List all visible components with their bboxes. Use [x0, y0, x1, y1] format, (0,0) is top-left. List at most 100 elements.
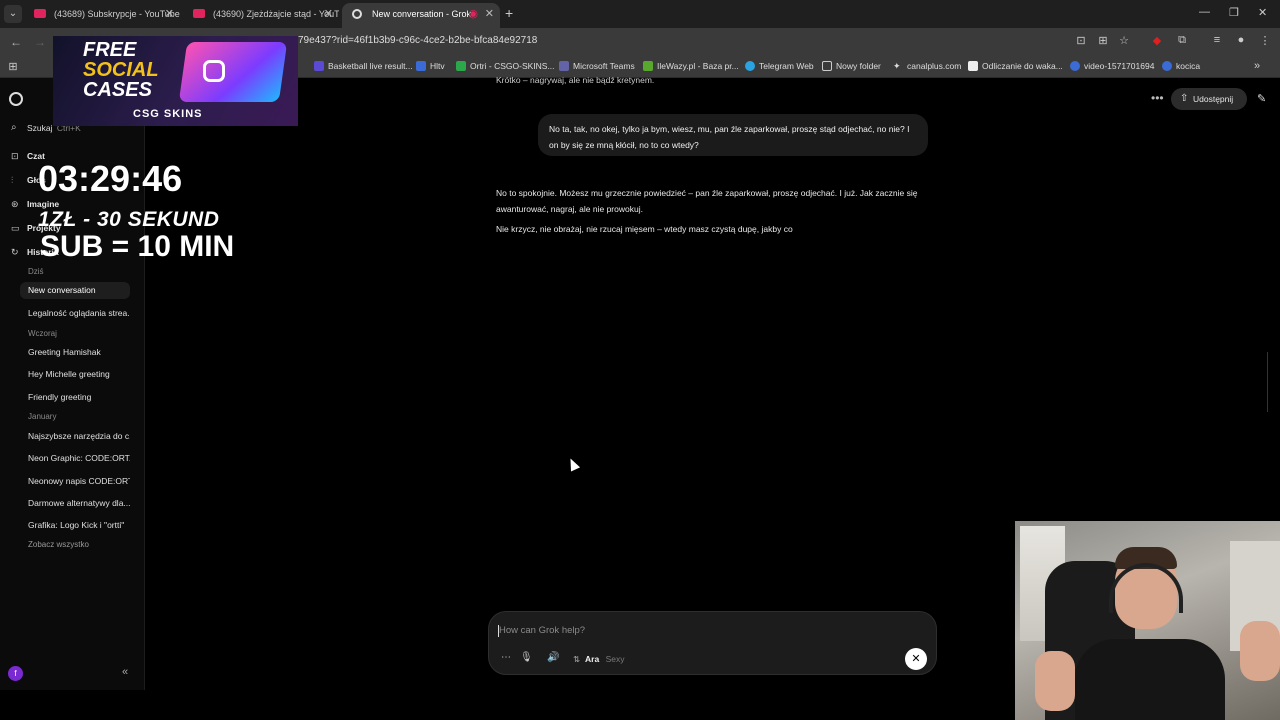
bookmark-icon [1162, 61, 1172, 71]
history-item[interactable]: New conversation [20, 282, 130, 299]
forward-icon[interactable]: → [34, 35, 46, 49]
browser-tab-1[interactable]: (43689) Subskrypcje - YouTube ✕ [24, 3, 180, 28]
webcam-hand [1240, 621, 1280, 681]
history-item[interactable]: Neon Graphic: CODE:ORT... [20, 450, 130, 467]
bookmark-icon [559, 61, 569, 71]
sub-rate-text: SUB = 10 MIN [40, 230, 235, 263]
bookmark-item[interactable]: ✦ canalplus.com [893, 61, 961, 71]
canalplus-icon: ✦ [893, 61, 901, 71]
bookmark-item[interactable]: kocica [1162, 61, 1200, 71]
webcam-overlay [1015, 521, 1280, 720]
history-icon: ↻ [11, 247, 19, 257]
chat-input-box: How can Grok help? ⋯ 🎙 🔊 ⇅ Ara Sexy ✕ [488, 611, 937, 675]
previous-message-text: Krótko – nagrywaj, ale nie bądź kretynem… [496, 76, 655, 85]
bookmark-item[interactable]: Ortri - CSGO-SKINS... [456, 61, 555, 71]
grok-logo-icon[interactable] [9, 92, 23, 106]
more-bookmarks-icon[interactable]: » [1250, 60, 1264, 74]
history-item[interactable]: Najszybsze narzędzia do c... [20, 428, 130, 445]
chat-input[interactable]: How can Grok help? [497, 625, 585, 637]
bookmark-item[interactable]: Telegram Web [745, 61, 814, 71]
donation-rate-text: 1ZŁ - 30 SEKUND [38, 208, 220, 231]
bookmark-icon [968, 61, 978, 71]
youtube-icon [34, 9, 46, 18]
bookmark-icon [416, 61, 426, 71]
user-message: No ta, tak, no okej, tylko ja bym, wiesz… [538, 114, 928, 156]
history-section-title: Wczoraj [28, 329, 57, 338]
tab-title: (43689) Subskrypcje - YouTube [54, 9, 180, 19]
ad-graphic [178, 42, 288, 102]
translate-icon[interactable]: ⊞ [1096, 34, 1110, 48]
bookmark-item[interactable]: IleWazy.pl - Baza pr... [643, 61, 739, 71]
bookmark-item[interactable]: Microsoft Teams [559, 61, 635, 71]
more-options-icon[interactable]: ••• [1151, 91, 1164, 105]
extension-icon[interactable]: ◆ [1150, 34, 1164, 48]
close-icon[interactable]: ✕ [324, 3, 333, 25]
more-icon[interactable]: ⋯ [501, 652, 511, 663]
mouse-cursor [565, 456, 581, 472]
share-button[interactable]: ⇧ Udostępnij [1171, 88, 1247, 110]
tab-search-icon[interactable]: ⌄ [4, 5, 22, 23]
browser-tab-2[interactable]: (43690) Zjeżdżajcie stąd - YouTube ✕ [183, 3, 339, 28]
new-tab-icon[interactable]: + [505, 5, 513, 21]
profile-icon[interactable]: ● [1234, 34, 1248, 48]
history-item[interactable]: Neonowy napis CODE:ORT... [20, 473, 130, 490]
folder-icon: ▭ [11, 223, 20, 233]
minimize-icon[interactable]: — [1199, 6, 1210, 18]
assistant-message: No to spokojnie. Możesz mu grzecznie pow… [496, 188, 918, 214]
history-item[interactable]: Darmowe alternatywy dla... [20, 495, 130, 512]
history-item[interactable]: Legalność oglądania strea... [20, 305, 130, 322]
voice-settings-icon: ⇅ [573, 654, 581, 664]
chat-icon: ⊡ [11, 151, 19, 161]
ad-text: CASES [83, 79, 152, 101]
bookmark-item[interactable]: Hltv [416, 61, 445, 71]
media-icon[interactable]: ≡ [1210, 34, 1224, 48]
new-chat-icon[interactable]: ✎ [1257, 92, 1266, 105]
tab-title: (43690) Zjeżdżajcie stąd - YouTube [213, 9, 339, 19]
youtube-icon [193, 9, 205, 18]
close-icon[interactable]: ✕ [485, 3, 494, 25]
telegram-icon [745, 61, 755, 71]
bookmark-icon [456, 61, 466, 71]
ad-text: FREE [83, 39, 137, 61]
install-icon[interactable]: ⊡ [1074, 34, 1088, 48]
history-section-title: January [28, 412, 57, 421]
history-item[interactable]: Hey Michelle greeting [20, 366, 130, 383]
bookmark-item[interactable]: video-1571701694 [1070, 61, 1154, 71]
webcam-hand [1035, 651, 1075, 711]
ad-text: SOCIAL [83, 59, 159, 81]
instagram-icon [203, 60, 225, 82]
voice-icon: ⫶ [11, 175, 14, 185]
bookmark-item[interactable]: Odliczanie do waka... [968, 61, 1063, 71]
image-icon: ⊛ [11, 199, 19, 209]
scrollbar[interactable] [1260, 352, 1268, 412]
search-icon: ⌕ [11, 122, 17, 133]
history-item[interactable]: Friendly greeting [20, 389, 130, 406]
apps-icon[interactable]: ⊞ [6, 60, 20, 74]
see-all-link[interactable]: Zobacz wszystko [28, 540, 89, 549]
menu-icon[interactable]: ⋮ [1258, 34, 1272, 48]
collapse-sidebar-icon[interactable]: « [122, 666, 128, 678]
bookmark-item[interactable]: Nowy folder [822, 61, 881, 71]
bookmark-item[interactable]: Basketball live result... [314, 61, 413, 71]
history-item[interactable]: Greeting Hamishak [20, 344, 130, 361]
share-icon: ⇧ [1180, 93, 1189, 104]
bottom-bar [0, 690, 1015, 720]
recording-icon: ◉ [468, 8, 478, 20]
avatar[interactable]: f [8, 666, 23, 681]
webcam-person-body [1075, 639, 1225, 720]
history-item[interactable]: Grafika: Logo Kick i "ortti" [20, 517, 130, 534]
maximize-icon[interactable]: ❐ [1229, 6, 1239, 19]
history-section-title: Dziś [28, 267, 44, 276]
stop-voice-button[interactable]: ✕ [905, 648, 927, 670]
puzzle-icon[interactable]: ⧉ [1175, 34, 1189, 48]
url-field[interactable]: 79e437?rid=46f1b3b9-c96c-4ce2-b2be-bfca8… [298, 35, 537, 46]
microphone-icon[interactable]: 🎙 [520, 652, 533, 663]
browser-tab-3[interactable]: New conversation - Grok ◉ ✕ [342, 3, 500, 28]
close-window-icon[interactable]: ✕ [1258, 6, 1267, 19]
speaker-icon[interactable]: 🔊 [547, 652, 559, 663]
back-icon[interactable]: ← [10, 35, 22, 49]
voice-selector[interactable]: ⇅ Ara Sexy [573, 651, 624, 667]
bookmark-icon [1070, 61, 1080, 71]
star-icon[interactable]: ☆ [1117, 34, 1131, 48]
close-icon[interactable]: ✕ [165, 3, 174, 25]
